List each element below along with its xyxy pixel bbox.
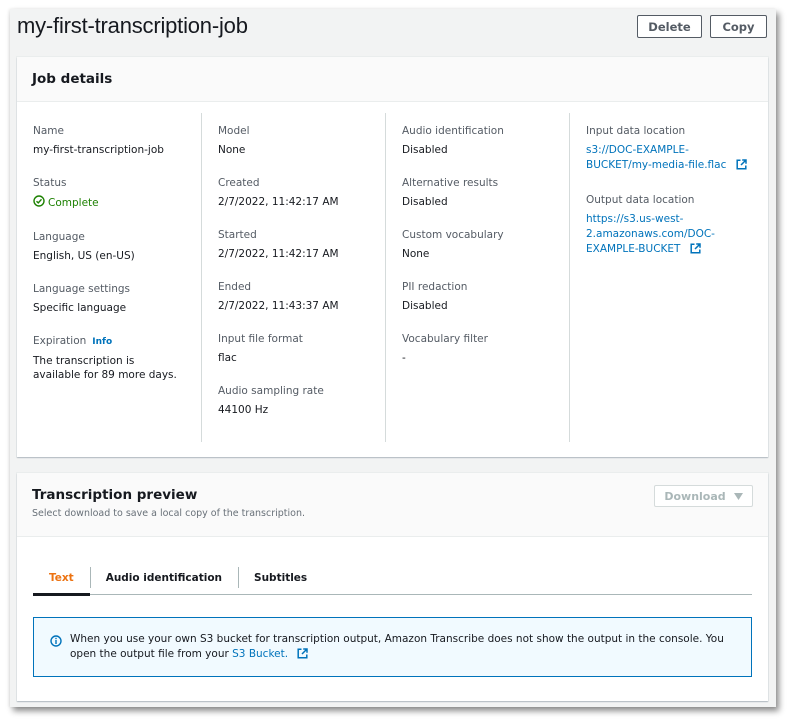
details-column-1: Name my-first-transcription-job Status C… (17, 113, 201, 442)
field-value: my-first-transcription-job (33, 144, 164, 156)
field-value: 44100 Hz (218, 404, 269, 416)
status-text: Complete (48, 197, 99, 209)
field-label: Expiration Info (33, 334, 185, 349)
tab-audio-identification[interactable]: Audio identification (89, 561, 238, 594)
field-output-data-location: Output data location https://s3.us-west-… (586, 193, 752, 258)
field-expiration: Expiration Info The transcription is avai… (33, 334, 185, 382)
external-link-icon[interactable] (736, 159, 747, 174)
external-link-icon[interactable] (690, 243, 701, 258)
field-status: Status Complete (33, 176, 185, 211)
alert-text: When you use your own S3 bucket for tran… (70, 633, 724, 660)
info-alert: When you use your own S3 bucket for tran… (33, 617, 752, 677)
field-input-data-location: Input data location s3://DOC-EXAMPLE-BUC… (586, 124, 752, 174)
download-button[interactable]: Download (654, 485, 753, 507)
field-value: The transcription is available for 89 mo… (33, 355, 177, 381)
field-language-settings: Language settings Specific language (33, 282, 185, 315)
status-badge: Complete (33, 195, 185, 211)
field-input-file-format: Input file format flac (218, 332, 369, 365)
field-name: Name my-first-transcription-job (33, 124, 185, 157)
transcription-preview-panel: Transcription preview Select download to… (17, 473, 768, 701)
field-value: English, US (en-US) (33, 250, 135, 262)
tab-text[interactable]: Text (33, 561, 90, 596)
field-audio-identification: Audio identification Disabled (402, 124, 553, 157)
field-value: https://s3.us-west-2.amazonaws.com/DOC-E… (586, 212, 752, 258)
field-label: Alternative results (402, 177, 499, 189)
field-label: Status (33, 177, 67, 189)
field-label: PII redaction (402, 281, 468, 293)
details-column-3: Audio identification Disabled Alternativ… (385, 113, 569, 442)
expiration-label: Expiration (33, 335, 87, 347)
job-details-columns: Name my-first-transcription-job Status C… (17, 102, 768, 457)
field-model: Model None (218, 124, 369, 157)
field-label: Input file format (218, 333, 303, 345)
field-value: Disabled (402, 196, 448, 208)
field-value: 2/7/2022, 11:42:17 AM (218, 248, 339, 260)
field-started: Started 2/7/2022, 11:42:17 AM (218, 228, 369, 261)
check-circle-icon (33, 195, 45, 211)
job-details-title: Job details (32, 71, 113, 87)
field-label: Language (33, 231, 85, 243)
field-value: None (402, 248, 430, 260)
s3-bucket-link[interactable]: S3 Bucket. (232, 648, 288, 660)
field-pii-redaction: PII redaction Disabled (402, 280, 553, 313)
field-value: Disabled (402, 300, 448, 312)
field-alternative-results: Alternative results Disabled (402, 176, 553, 209)
info-link[interactable]: Info (92, 337, 112, 347)
external-link-icon[interactable] (297, 648, 309, 664)
preview-tabs: Text Audio identification Subtitles (33, 561, 752, 596)
delete-button[interactable]: Delete (637, 15, 702, 38)
transcription-preview-description: Select download to save a local copy of … (32, 508, 306, 519)
field-value: - (402, 352, 406, 364)
field-created: Created 2/7/2022, 11:42:17 AM (218, 176, 369, 209)
job-details-panel: Job details Name my-first-transcription-… (17, 57, 768, 457)
field-label: Vocabulary filter (402, 333, 488, 345)
field-label: Input data location (586, 125, 686, 137)
field-custom-vocabulary: Custom vocabulary None (402, 228, 553, 261)
tab-subtitles[interactable]: Subtitles (238, 561, 323, 594)
field-value: Disabled (402, 144, 448, 156)
copy-button[interactable]: Copy (710, 15, 767, 38)
field-value: Specific language (33, 302, 127, 314)
field-value: 2/7/2022, 11:42:17 AM (218, 196, 339, 208)
field-label: Model (218, 125, 250, 137)
input-data-link[interactable]: s3://DOC-EXAMPLE-BUCKET/my-media-file.fl… (586, 144, 726, 171)
field-value: 2/7/2022, 11:43:37 AM (218, 300, 339, 312)
transcription-preview-header: Transcription preview Select download to… (17, 473, 768, 537)
info-circle-icon (50, 634, 62, 676)
page-title: my-first-transcription-job (17, 13, 248, 38)
field-audio-sampling-rate: Audio sampling rate 44100 Hz (218, 384, 369, 417)
field-label: Audio identification (402, 125, 504, 137)
job-details-header: Job details (17, 57, 768, 102)
details-column-4: Input data location s3://DOC-EXAMPLE-BUC… (569, 113, 768, 442)
caret-down-icon (733, 490, 743, 503)
field-vocabulary-filter: Vocabulary filter - (402, 332, 553, 365)
field-value: s3://DOC-EXAMPLE-BUCKET/my-media-file.fl… (586, 143, 752, 174)
field-ended: Ended 2/7/2022, 11:43:37 AM (218, 280, 369, 313)
field-label: Ended (218, 281, 252, 293)
field-value: None (218, 144, 246, 156)
page-frame: my-first-transcription-job Delete Copy J… (10, 9, 776, 707)
field-value: flac (218, 352, 237, 364)
download-label: Download (664, 489, 726, 503)
field-label: Output data location (586, 194, 695, 206)
field-label: Created (218, 177, 260, 189)
details-column-2: Model None Created 2/7/2022, 11:42:17 AM… (201, 113, 385, 442)
field-label: Custom vocabulary (402, 229, 504, 241)
field-label: Started (218, 229, 257, 241)
transcription-preview-title: Transcription preview (32, 487, 198, 503)
field-label: Audio sampling rate (218, 385, 324, 397)
field-label: Name (33, 125, 64, 137)
field-label: Language settings (33, 283, 131, 295)
field-language: Language English, US (en-US) (33, 230, 185, 263)
alert-message: When you use your own S3 bucket for tran… (70, 632, 735, 676)
